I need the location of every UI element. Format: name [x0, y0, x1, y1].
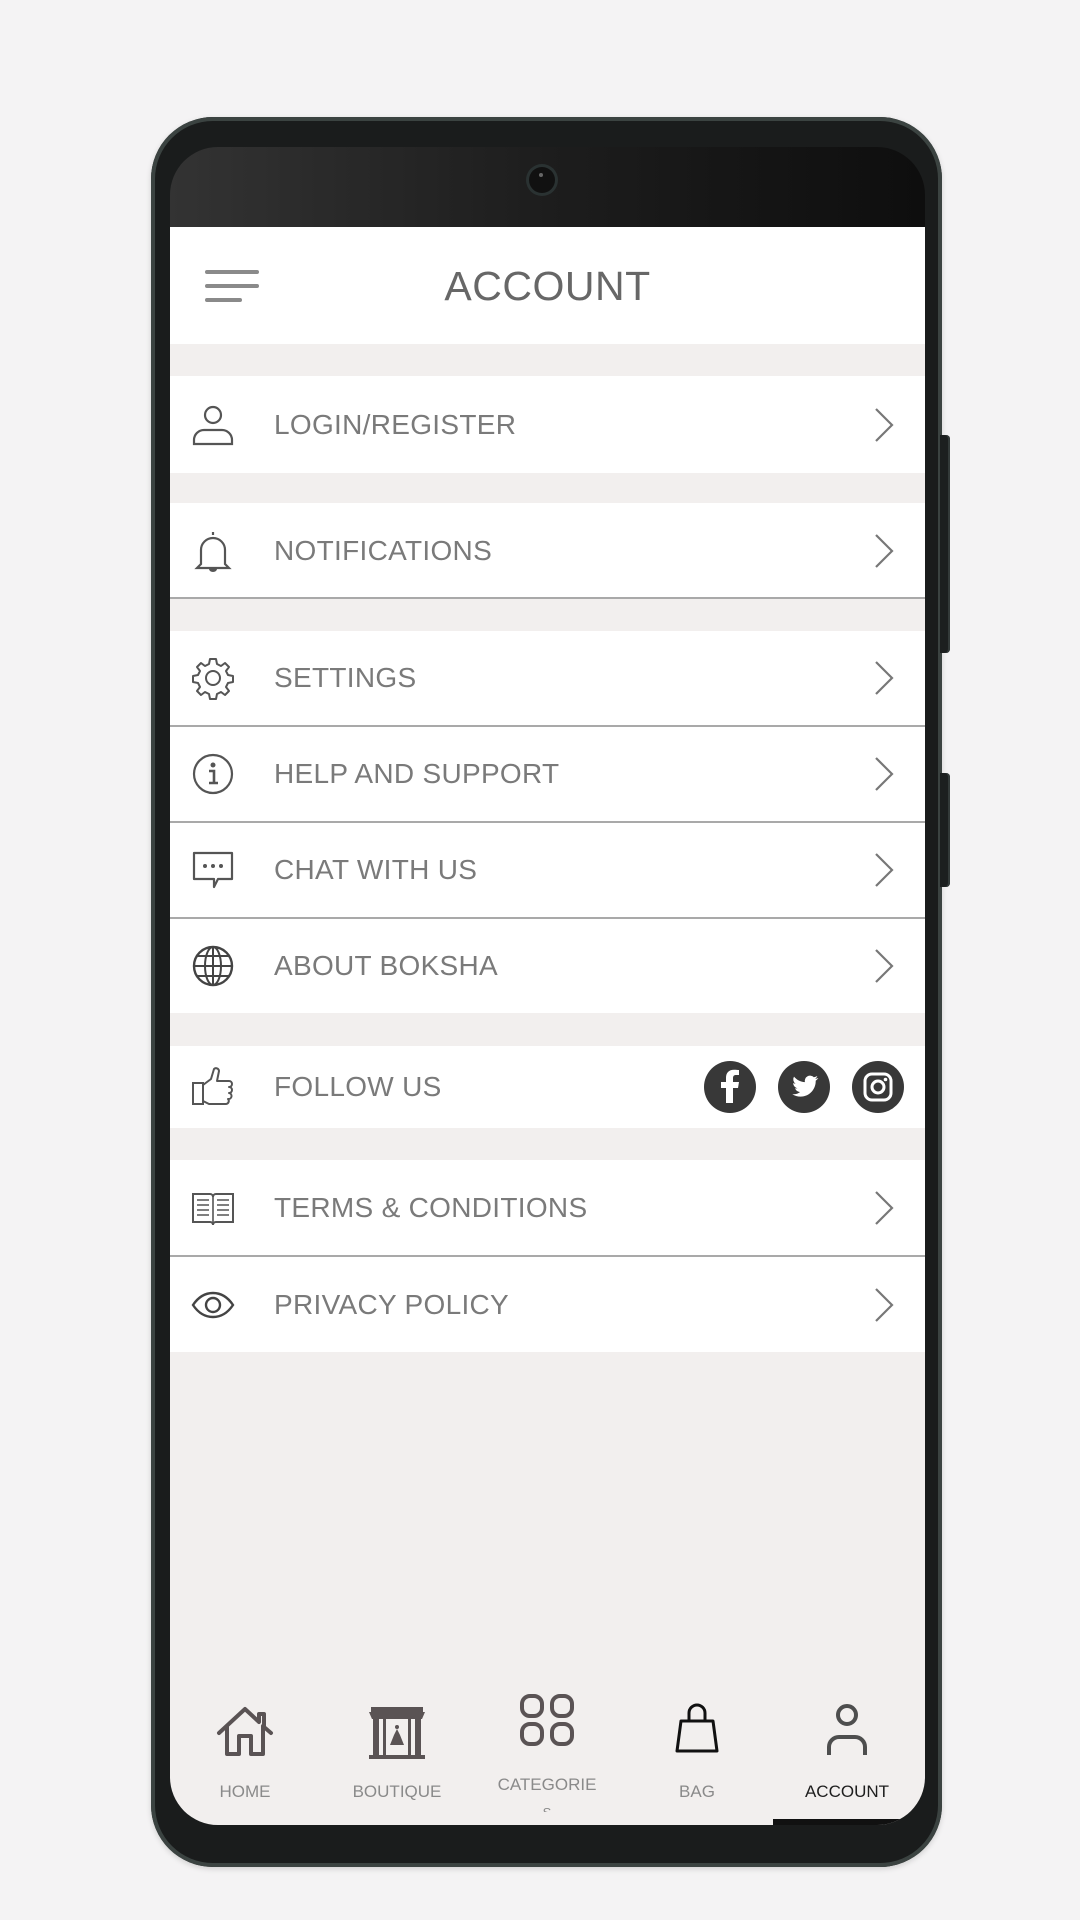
twitter-icon	[792, 1075, 819, 1097]
info-icon	[192, 753, 234, 795]
menu-item-label: PRIVACY POLICY	[274, 1288, 510, 1320]
nav-label-overflow: S	[472, 1803, 622, 1812]
thumbs-up-icon	[192, 1067, 233, 1105]
nav-label: CATEGORIE	[497, 1775, 597, 1794]
user-icon	[192, 405, 234, 445]
active-tab-indicator	[773, 1819, 925, 1825]
globe-icon	[192, 945, 234, 987]
menu-item-notifications[interactable]: NOTIFICATIONS	[170, 503, 925, 599]
nav-label: HOME	[219, 1782, 271, 1801]
menu-item-login-register[interactable]: LOGIN/REGISTER	[170, 376, 925, 473]
chevron-right-icon	[875, 1190, 894, 1225]
chevron-right-icon	[875, 407, 894, 442]
instagram-icon	[863, 1072, 893, 1102]
menu-item-label: HELP AND SUPPORT	[274, 758, 560, 789]
chevron-right-icon	[875, 853, 894, 887]
chat-bubble-icon	[192, 851, 234, 889]
nav-label: ACCOUNT	[804, 1782, 890, 1801]
storefront-icon	[369, 1707, 425, 1759]
menu-item-label: NOTIFICATIONS	[274, 535, 493, 566]
chevron-right-icon	[875, 949, 894, 983]
gear-icon	[192, 658, 234, 700]
page-title: ACCOUNT	[444, 263, 651, 309]
app-screen: ACCOUNT LOGIN/REGISTER NOTIFICATIONS SET…	[170, 227, 925, 1825]
menu-item-about-boksha[interactable]: ABOUT BOKSHA	[170, 919, 925, 1013]
menu-item-chat-with-us[interactable]: CHAT WITH US	[170, 823, 925, 917]
phone-side-button-bottom	[940, 773, 950, 887]
chevron-right-icon	[875, 757, 894, 791]
divider	[170, 597, 925, 599]
menu-item-privacy-policy[interactable]: PRIVACY POLICY	[170, 1257, 925, 1352]
eye-icon	[191, 1291, 235, 1318]
menu-item-label: LOGIN/REGISTER	[274, 408, 517, 440]
nav-item-boutique[interactable]: BOUTIQUE	[322, 1689, 472, 1825]
facebook-icon	[721, 1069, 739, 1103]
menu-item-terms-and-conditions[interactable]: TERMS & CONDITIONS	[170, 1160, 925, 1255]
bell-icon	[194, 532, 232, 572]
shopping-bag-icon	[675, 1703, 719, 1753]
twitter-button[interactable]	[778, 1061, 830, 1113]
nav-item-categories[interactable]: CATEGORIE S	[472, 1689, 622, 1825]
user-icon	[827, 1704, 867, 1755]
phone-side-button-top	[940, 435, 950, 653]
chevron-right-icon	[875, 1287, 894, 1322]
nav-label: BAG	[679, 1782, 715, 1801]
nav-item-home[interactable]: HOME	[170, 1689, 320, 1825]
nav-item-account[interactable]: ACCOUNT	[772, 1689, 922, 1825]
menu-item-label: CHAT WITH US	[274, 854, 478, 885]
menu-item-label: SETTINGS	[274, 662, 417, 693]
bottom-navigation: HOME BOUTIQUE CATEGORIE BAG ACCOUNT	[170, 1689, 925, 1825]
chevron-right-icon	[875, 534, 894, 568]
menu-item-help-and-support[interactable]: HELP AND SUPPORT	[170, 727, 925, 821]
grid-icon	[520, 1694, 574, 1746]
nav-item-bag[interactable]: BAG	[622, 1689, 772, 1825]
menu-item-settings[interactable]: SETTINGS	[170, 631, 925, 725]
nav-label: BOUTIQUE	[352, 1782, 442, 1801]
chevron-right-icon	[875, 661, 894, 695]
menu-item-follow-us: FOLLOW US	[170, 1046, 925, 1128]
menu-item-label: TERMS & CONDITIONS	[274, 1191, 588, 1223]
instagram-button[interactable]	[852, 1061, 904, 1113]
book-icon	[192, 1192, 234, 1225]
menu-item-label: ABOUT BOKSHA	[274, 950, 499, 981]
app-header: ACCOUNT	[170, 227, 925, 344]
facebook-button[interactable]	[704, 1061, 756, 1113]
menu-item-label: FOLLOW US	[274, 1071, 442, 1102]
front-camera	[529, 167, 555, 193]
home-icon	[217, 1707, 273, 1756]
